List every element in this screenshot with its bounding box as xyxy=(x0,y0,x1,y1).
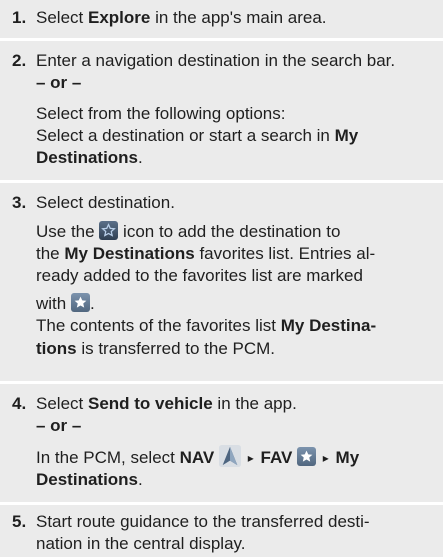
step-text: The contents of the favorites list My De… xyxy=(36,315,435,337)
text-fragment: . xyxy=(138,148,143,168)
step-1: 1. Select Explore in the app's main area… xyxy=(0,0,443,38)
step-number: 2. xyxy=(12,51,27,70)
ui-term: My Destina- xyxy=(280,316,377,336)
step-body: Select Explore in the app's main area. xyxy=(36,7,435,29)
step-text: the My Destinations favorites list. Entr… xyxy=(36,243,435,265)
ui-term-fav: FAV xyxy=(260,448,293,468)
step-text: Select Explore in the app's main area. xyxy=(36,7,435,29)
text-fragment: Use the xyxy=(36,222,100,242)
text-fragment: with xyxy=(36,294,71,314)
step-3: 3. Select destination. Use the icon to a… xyxy=(0,183,443,381)
step-text: nation in the central display. xyxy=(36,534,246,554)
ui-term: Destinations xyxy=(36,470,139,490)
navigation-arrow-icon xyxy=(219,445,241,468)
text-fragment: icon to add the destination to xyxy=(118,222,341,242)
step-text: with . xyxy=(36,293,435,315)
arrow-glyph: ▸ xyxy=(322,451,329,466)
text-fragment: in the app. xyxy=(212,394,297,413)
ui-term-nav: NAV xyxy=(179,448,215,468)
step-text: tions is transferred to the PCM. xyxy=(36,338,435,360)
step-body: Start route guidance to the transferred … xyxy=(36,511,435,555)
ui-term: My Destinations xyxy=(64,244,195,264)
step-text: Select a destination or start a search i… xyxy=(36,125,435,147)
step-text: Select destination. xyxy=(36,193,175,212)
star-filled-icon xyxy=(70,293,90,313)
step-text: Select Send to vehicle in the app. xyxy=(36,393,435,415)
text-fragment: favorites list. Entries al- xyxy=(194,244,376,264)
text-fragment: . xyxy=(138,470,143,490)
step-number: 1. xyxy=(12,8,27,27)
step-text: ready added to the favorites list are ma… xyxy=(36,266,363,286)
step-body: Select Send to vehicle in the app. – or … xyxy=(36,393,435,491)
text-fragment: In the PCM, select xyxy=(36,448,180,468)
or-separator: – or – xyxy=(36,72,435,94)
text-fragment: The contents of the favorites list xyxy=(36,316,281,336)
step-text: Destinations. xyxy=(36,147,435,169)
arrow-glyph: ▸ xyxy=(247,451,254,466)
step-text: Start route guidance to the transferred … xyxy=(36,512,370,531)
star-filled-icon xyxy=(297,447,317,467)
instruction-steps: 1. Select Explore in the app's main area… xyxy=(0,0,443,557)
ui-term: Send to vehicle xyxy=(87,394,213,413)
text-fragment: . xyxy=(89,294,95,314)
ui-term: Destinations xyxy=(36,148,139,168)
step-5: 5. Start route guidance to the transferr… xyxy=(0,505,443,557)
text-fragment: is transferred to the PCM. xyxy=(76,338,276,358)
step-body: Select destination. Use the icon to add … xyxy=(36,192,435,360)
text-fragment: the xyxy=(36,244,65,264)
step-text: Select from the following options: xyxy=(36,104,286,124)
step-body: Enter a navigation destination in the se… xyxy=(36,50,435,169)
or-text: – or – xyxy=(36,416,82,436)
step-number: 4. xyxy=(12,394,27,413)
step-number: 3. xyxy=(12,193,27,212)
ui-term: My xyxy=(334,126,359,146)
step-text: Destinations. xyxy=(36,469,435,491)
or-separator: – or – xyxy=(36,415,435,437)
text-fragment: Select a destination or start a search i… xyxy=(36,126,335,146)
step-2: 2. Enter a navigation destination in the… xyxy=(0,41,443,180)
or-text: – or – xyxy=(36,73,82,93)
text-fragment: in the app's main area. xyxy=(150,8,327,27)
ui-term: My xyxy=(335,448,360,468)
step-text: In the PCM, select NAV ▸ FAV ▸ My xyxy=(36,445,435,469)
star-outline-icon xyxy=(99,221,119,241)
step-text: Enter a navigation destination in the se… xyxy=(36,51,396,70)
ui-term-explore: Explore xyxy=(87,8,151,27)
step-number: 5. xyxy=(12,512,27,531)
step-4: 4. Select Send to vehicle in the app. – … xyxy=(0,384,443,502)
text-fragment: Select xyxy=(36,394,88,413)
ui-term: tions xyxy=(36,338,77,358)
step-text: Use the icon to add the destination to xyxy=(36,221,435,243)
text-fragment: Select xyxy=(36,8,88,27)
